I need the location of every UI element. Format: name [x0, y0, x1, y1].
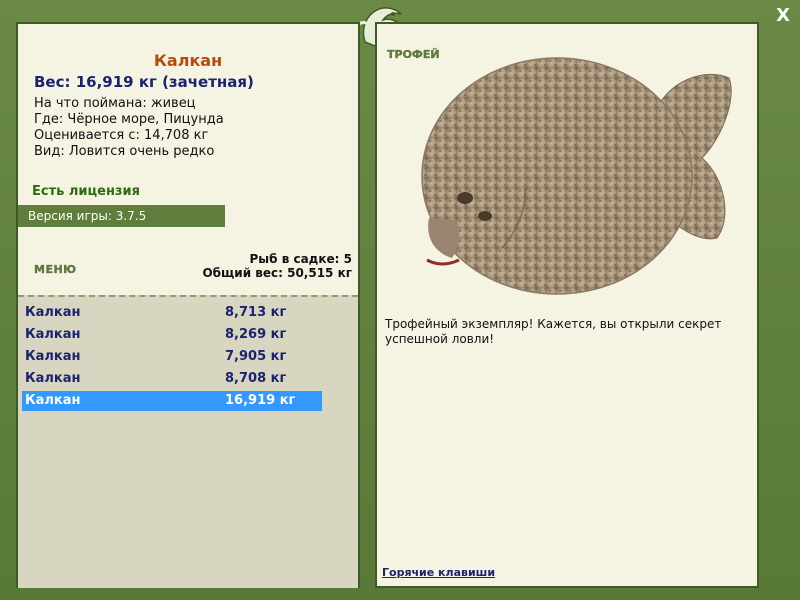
- keepnet-total-weight: Общий вес: 50,515 кг: [202, 266, 352, 280]
- trophy-panel: ТРОФЕЙ Трофейный экземпляр! Кажется, вы …: [375, 22, 759, 588]
- valuation-info: Оценивается с: 14,708 кг: [34, 128, 209, 143]
- catch-name: Калкан: [25, 305, 81, 320]
- hotkeys-link[interactable]: Горячие клавиши: [382, 566, 495, 579]
- fish-info-panel: Калкан Вес: 16,919 кг (зачетная) На что …: [16, 22, 360, 588]
- keepnet-summary: Рыб в садке: 5 Общий вес: 50,515 кг: [202, 252, 352, 280]
- location-info: Где: Чёрное море, Пицунда: [34, 112, 224, 127]
- license-status: Есть лицензия: [32, 184, 140, 199]
- fish-name: Калкан: [153, 51, 223, 70]
- catch-weight: 8,269 кг: [225, 327, 287, 342]
- bait-info: На что поймана: живец: [34, 96, 196, 111]
- catch-name: Калкан: [25, 371, 81, 386]
- close-button[interactable]: X: [776, 5, 790, 26]
- fish-weight: Вес: 16,919 кг (зачетная): [34, 73, 254, 91]
- turbot-fish-image: [421, 57, 732, 295]
- trophy-description: Трофейный экземпляр! Кажется, вы открыли…: [385, 317, 722, 346]
- catch-name: Калкан: [25, 327, 81, 342]
- list-item[interactable]: Калкан 8,708 кг: [22, 369, 322, 389]
- catch-name: Калкан: [25, 393, 81, 408]
- catch-weight: 8,708 кг: [225, 371, 287, 386]
- catch-name: Калкан: [25, 349, 81, 364]
- list-item-selected[interactable]: Калкан 16,919 кг: [22, 391, 322, 411]
- list-item[interactable]: Калкан 8,713 кг: [22, 303, 322, 323]
- keepnet-count: Рыб в садке: 5: [249, 252, 353, 266]
- list-item[interactable]: Калкан 8,269 кг: [22, 325, 322, 345]
- rarity-info: Вид: Ловится очень редко: [34, 144, 215, 159]
- catch-weight: 8,713 кг: [225, 305, 287, 320]
- catch-weight: 7,905 кг: [225, 349, 287, 364]
- list-item[interactable]: Калкан 7,905 кг: [22, 347, 322, 367]
- catch-list: Калкан 8,713 кг Калкан 8,269 кг Калкан 7…: [18, 295, 358, 588]
- game-version: Версия игры: 3.7.5: [18, 205, 225, 227]
- catch-weight: 16,919 кг: [225, 393, 296, 408]
- menu-button[interactable]: МЕНЮ: [34, 263, 77, 276]
